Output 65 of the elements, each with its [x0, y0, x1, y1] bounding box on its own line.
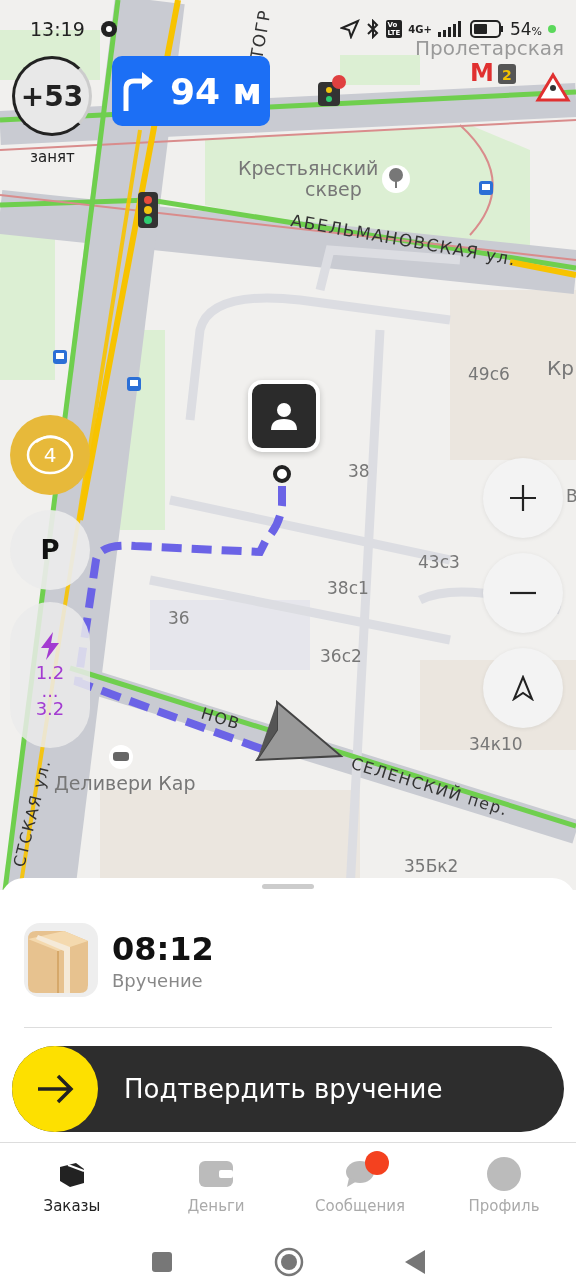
place-label: сквер [305, 178, 362, 200]
maneuver-distance: 94 м [169, 70, 263, 112]
package-icon [24, 923, 98, 997]
sheet-handle[interactable] [262, 884, 314, 889]
avatar [487, 1157, 521, 1191]
place-label: Кр [547, 356, 574, 380]
building-number: 38с1 [327, 578, 369, 598]
charging-min: 1.2 [35, 663, 65, 683]
tab-bar-item[interactable]: Заказы [0, 1147, 144, 1217]
status-dot [548, 25, 556, 33]
minus-icon [510, 591, 536, 595]
location-icon [339, 19, 360, 39]
park-tree-icon [382, 165, 410, 193]
navigation-arrow-icon [255, 700, 345, 764]
navigation-icon [512, 675, 534, 701]
delivery-time: 08:12 [112, 929, 214, 968]
lightning-icon [38, 631, 62, 661]
place-label: В [566, 486, 576, 506]
status-time: 13:19 [30, 18, 85, 40]
back-icon[interactable] [404, 1249, 426, 1275]
metro-line-number: 2 [502, 67, 512, 83]
building-number: 38 [348, 461, 370, 481]
wallet-icon [199, 1161, 233, 1187]
recents-icon[interactable] [150, 1250, 174, 1274]
building-number: 35Бк2 [404, 856, 459, 876]
street-label: СТСКАЯ ул. [9, 757, 55, 869]
car-icon [109, 745, 133, 769]
charging-max: 3.2 [35, 699, 65, 719]
tab-bar-item[interactable]: Сообщения [288, 1147, 432, 1217]
arrow-right-icon [36, 1073, 74, 1105]
station-label: Пролетарская [415, 36, 565, 60]
traffic-light-icon [318, 75, 346, 106]
battery-icon [469, 20, 504, 38]
building-number: 36с2 [320, 646, 362, 666]
tab-bar-item[interactable]: Деньги [144, 1147, 288, 1217]
camera-count: 4 [43, 443, 57, 467]
bluetooth-icon [365, 19, 380, 39]
bus-stop-icon [127, 377, 141, 391]
network-type: 4G+ [408, 23, 432, 35]
place-label: Деливери Кар [54, 772, 196, 794]
charging-separator: ... [41, 685, 59, 697]
traffic-light-icon [138, 192, 158, 228]
road-works-icon [535, 72, 571, 102]
battery-percent: 54% [509, 19, 542, 39]
place-label: Крестьянский [238, 157, 379, 179]
traffic-caption: занят [30, 148, 75, 166]
notification-icon [98, 19, 119, 39]
metro-logo: М [470, 59, 494, 87]
building-number: 34к10 [469, 734, 523, 754]
home-icon[interactable] [274, 1247, 304, 1277]
building-number: 43с3 [418, 552, 460, 572]
building-number: 36 [168, 608, 190, 628]
street-label: НОВ [198, 703, 243, 734]
delivery-stage: Вручение [112, 969, 204, 991]
bus-stop-icon [479, 181, 493, 195]
signal-icon [437, 21, 464, 37]
bus-stop-icon [53, 350, 67, 364]
notification-badge [365, 1151, 389, 1175]
recipient-pin[interactable] [248, 380, 320, 452]
street-label: ТОГР [246, 7, 275, 61]
tab-bar-item[interactable]: Профиль [432, 1147, 576, 1217]
plus-icon [509, 484, 537, 512]
metro-line-badge [498, 64, 516, 84]
confirm-slider[interactable]: Подтвердить вручение [12, 1046, 564, 1132]
building-number: 49с6 [468, 364, 510, 384]
